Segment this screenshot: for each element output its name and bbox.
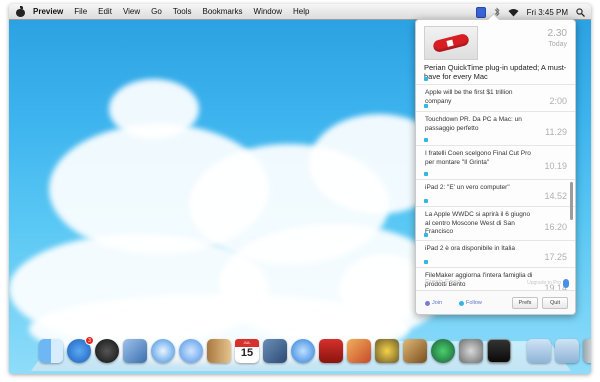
spotlight-search-icon[interactable] xyxy=(576,7,585,17)
twitter-icon xyxy=(459,300,464,306)
feed-item-source xyxy=(424,104,428,108)
menu-edit[interactable]: Edit xyxy=(98,7,112,16)
system-preferences-icon[interactable] xyxy=(459,339,483,363)
feed-item[interactable]: Apple will be the first $1 trillion comp… xyxy=(416,85,575,112)
imovie-icon[interactable] xyxy=(375,339,399,363)
panel-scrollbar[interactable] xyxy=(570,182,573,220)
feed-item-source xyxy=(424,138,428,142)
source-icon xyxy=(424,138,428,142)
follow-button[interactable]: Follow xyxy=(456,298,485,308)
address-book-icon[interactable] xyxy=(207,339,231,363)
feed-item-day: Today xyxy=(548,41,567,48)
toggle-icon[interactable] xyxy=(563,279,569,288)
calendar-month: JUL xyxy=(235,339,259,347)
brand-label: Fresh Feed xyxy=(425,279,461,286)
documents-folder-icon[interactable] xyxy=(555,339,579,363)
calendar-icon[interactable]: JUL 15 xyxy=(235,339,259,363)
mail-icon[interactable] xyxy=(123,339,147,363)
join-label: Join xyxy=(432,300,443,306)
feed-item-source xyxy=(424,233,428,237)
source-icon xyxy=(424,77,428,81)
feed-item-title: Touchdown PR. Da PC a Mac: un passaggio … xyxy=(425,116,522,132)
feed-item-time: 11.29 xyxy=(545,127,567,137)
join-button[interactable]: Join xyxy=(422,298,445,308)
feed-item[interactable]: iPad 2: "E' un vero computer" 14.52 xyxy=(416,180,575,207)
feed-item-thumbnail xyxy=(424,26,478,60)
menu-window[interactable]: Window xyxy=(254,7,282,16)
ichat-icon[interactable] xyxy=(179,339,203,363)
feed-item-time: 2:00 xyxy=(549,96,567,106)
feed-item-title: Apple will be the first $1 trillion comp… xyxy=(425,89,513,105)
iphoto-icon[interactable] xyxy=(263,339,287,363)
safari-icon[interactable] xyxy=(151,339,175,363)
feed-item-title: iPad 2: "E' un vero computer" xyxy=(425,184,510,191)
feed-item-time: 14.52 xyxy=(544,191,567,201)
feed-item-time: 10.19 xyxy=(544,161,567,171)
menu-file[interactable]: File xyxy=(74,7,87,16)
feed-item[interactable]: I fratelli Coen scelgono Final Cut Pro p… xyxy=(416,146,575,180)
feed-item-title: Perian QuickTime plug-in updated; A must… xyxy=(424,63,567,81)
preview-icon[interactable] xyxy=(347,339,371,363)
follow-label: Follow xyxy=(466,300,482,306)
applications-folder-icon[interactable] xyxy=(527,339,551,363)
feed-item[interactable]: iPad 2 è ora disponibile in Italia 17.25 xyxy=(416,241,575,268)
feed-item-time: 17.25 xyxy=(544,252,567,262)
wifi-icon[interactable] xyxy=(508,8,519,17)
feed-item-source xyxy=(424,260,428,264)
dock: 3 JUL 15 xyxy=(39,336,591,369)
menu-go[interactable]: Go xyxy=(151,7,162,16)
menu-bookmarks[interactable]: Bookmarks xyxy=(203,7,243,16)
menu-view[interactable]: View xyxy=(123,7,140,16)
quit-button[interactable]: Quit xyxy=(542,297,568,309)
feed-item-title: iPad 2 è ora disponibile in Italia xyxy=(425,245,515,252)
feed-item-featured[interactable]: 2.30 Today Perian QuickTime plug-in upda… xyxy=(416,20,575,85)
calendar-day: 15 xyxy=(240,347,254,359)
app-store-badge: 3 xyxy=(85,336,94,345)
prefs-button[interactable]: Prefs xyxy=(512,297,538,309)
menu-help[interactable]: Help xyxy=(293,7,309,16)
source-icon xyxy=(424,233,428,237)
feed-item-time: 16.20 xyxy=(544,222,567,232)
finder-icon[interactable] xyxy=(39,339,63,363)
feed-item-time: 2.30 xyxy=(547,28,567,39)
itunes-icon[interactable] xyxy=(291,339,315,363)
trash-icon[interactable] xyxy=(583,339,591,363)
fresh-feed-menu-icon[interactable] xyxy=(475,6,486,18)
menu-clock[interactable]: Fri 3:45 PM xyxy=(527,8,568,17)
activity-monitor-icon[interactable] xyxy=(487,339,511,363)
cloud xyxy=(109,79,199,139)
feed-item-source xyxy=(424,172,428,176)
feed-item-source xyxy=(424,199,428,203)
feed-item[interactable]: Touchdown PR. Da PC a Mac: un passaggio … xyxy=(416,112,575,146)
menu-app-name[interactable]: Preview xyxy=(33,7,63,16)
fresh-feed-panel: 2.30 Today Perian QuickTime plug-in upda… xyxy=(415,19,576,315)
dashboard-icon[interactable] xyxy=(95,339,119,363)
garageband-icon[interactable] xyxy=(403,339,427,363)
feed-item[interactable]: La Apple WWDC si aprirà il 6 giugno al c… xyxy=(416,207,575,241)
apple-menu-icon[interactable] xyxy=(16,5,25,17)
join-icon xyxy=(425,300,430,306)
swiss-knife-image xyxy=(432,32,470,54)
feed-item-source xyxy=(424,77,428,81)
feed-item-title: La Apple WWDC si aprirà il 6 giugno al c… xyxy=(425,211,531,235)
photo-booth-icon[interactable] xyxy=(319,339,343,363)
panel-footer: Fresh Feed Upgrade to Pro Join Follow Pr… xyxy=(416,279,575,314)
menu-tools[interactable]: Tools xyxy=(173,7,192,16)
source-icon xyxy=(424,199,428,203)
menu-bar: Preview File Edit View Go Tools Bookmark… xyxy=(9,4,591,20)
source-icon xyxy=(424,104,428,108)
upgrade-link[interactable]: Upgrade to Pro xyxy=(527,280,561,286)
source-icon xyxy=(424,260,428,264)
feed-item-title: I fratelli Coen scelgono Final Cut Pro p… xyxy=(425,150,531,166)
app-store-icon[interactable]: 3 xyxy=(67,336,94,363)
time-machine-icon[interactable] xyxy=(431,339,455,363)
source-icon xyxy=(424,172,428,176)
